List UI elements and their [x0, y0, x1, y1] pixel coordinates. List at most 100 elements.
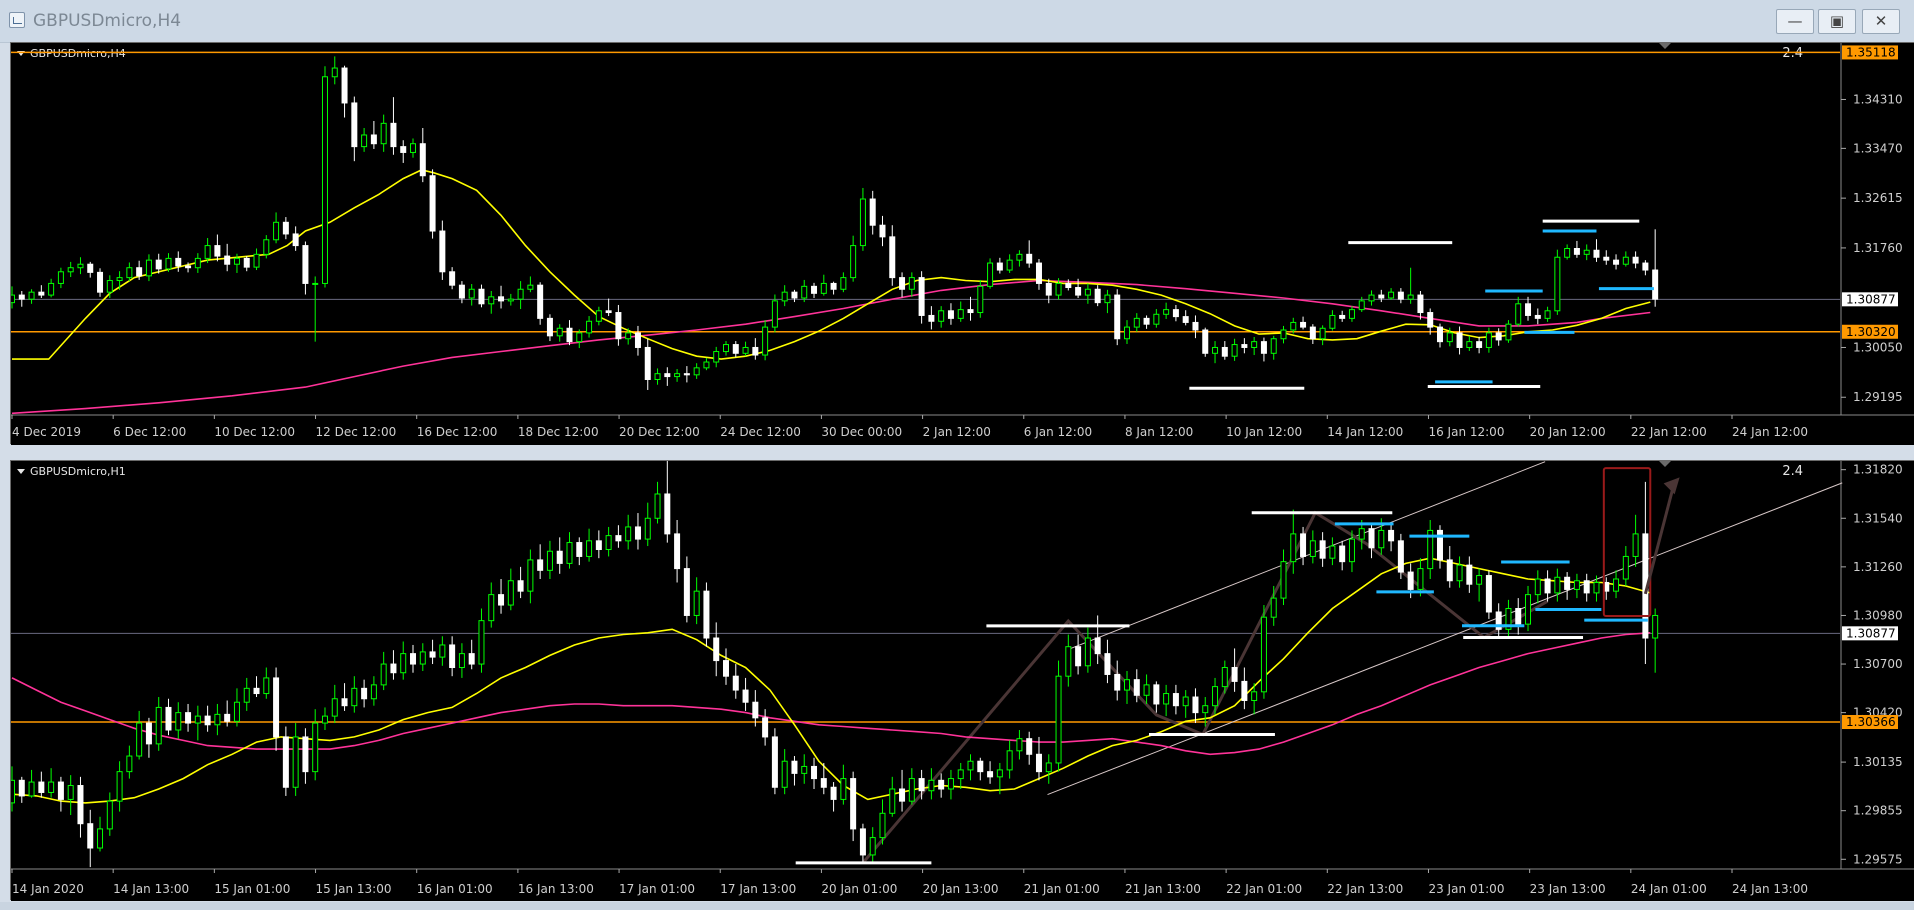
- candle-body: [615, 535, 622, 542]
- candle-body: [478, 620, 485, 665]
- chart-panel-h4[interactable]: GBPUSDmicro,H4 2.4 1.34310 1.33470 1.32615 1.…: [10, 42, 1914, 445]
- candle-body: [869, 837, 876, 856]
- candle-body: [145, 259, 152, 277]
- candle: [537, 282, 544, 325]
- candle-body: [742, 346, 749, 354]
- candle-body: [801, 765, 808, 774]
- candle-body: [1124, 679, 1131, 691]
- chart-panel-h1[interactable]: GBPUSDmicro,H1 2.4 1.31820 1.31540 1.31260 1.…: [10, 460, 1914, 901]
- candle-body: [302, 245, 309, 284]
- candle-body: [1485, 575, 1492, 613]
- candle-body: [771, 736, 778, 788]
- candle-body: [1632, 256, 1639, 264]
- candle-body: [498, 296, 505, 302]
- candle-body: [1495, 332, 1502, 341]
- maximize-button[interactable]: ▣: [1818, 9, 1856, 34]
- x-tick-label: 16 Dec 12:00: [417, 425, 498, 439]
- candle-body: [1378, 529, 1385, 549]
- candle-body: [488, 296, 495, 305]
- candle-body: [996, 262, 1003, 271]
- candle-body: [410, 143, 417, 153]
- candle-body: [928, 314, 935, 322]
- candle-body: [214, 713, 221, 726]
- x-tick-label: 18 Dec 12:00: [518, 425, 599, 439]
- candle-body: [1554, 576, 1561, 594]
- candle-body: [1573, 580, 1580, 590]
- candle-body: [331, 698, 338, 717]
- candle-body: [1368, 528, 1375, 549]
- minimize-button[interactable]: —: [1776, 9, 1814, 34]
- candle-body: [1231, 344, 1238, 357]
- candle-body: [996, 769, 1003, 778]
- candle-body: [527, 559, 534, 592]
- candle-body: [987, 262, 994, 287]
- candle-body: [1348, 538, 1355, 563]
- candle-body: [1368, 294, 1375, 302]
- close-button[interactable]: ✕: [1862, 9, 1900, 34]
- candle-body: [1613, 578, 1620, 592]
- candle-body: [302, 736, 309, 773]
- candle-body: [194, 715, 201, 724]
- candle-body: [1212, 346, 1219, 354]
- candle-body: [713, 351, 720, 363]
- candle-body: [840, 277, 847, 290]
- candle-body: [1388, 529, 1395, 542]
- candle-body: [1114, 294, 1121, 340]
- candle-body: [1192, 321, 1199, 331]
- candle-body: [1652, 269, 1659, 300]
- candle-body: [321, 76, 328, 284]
- x-tick-label: 22 Jan 13:00: [1327, 882, 1403, 896]
- candle-body: [77, 263, 84, 269]
- candle-body: [830, 786, 837, 800]
- candle-body: [233, 257, 240, 265]
- h4-candlestick-chart[interactable]: GBPUSDmicro,H4 2.4 1.34310 1.33470 1.32615 1.…: [11, 43, 1914, 445]
- candle-body: [1163, 309, 1170, 315]
- candle-body: [1094, 637, 1101, 655]
- candle-body: [1407, 571, 1414, 590]
- x-tick-label: 21 Jan 01:00: [1024, 882, 1100, 896]
- y-tick-label: 1.29855: [1853, 804, 1903, 818]
- candle-body: [1241, 680, 1248, 701]
- candle-body: [869, 198, 876, 226]
- candle-body: [273, 677, 280, 738]
- candle-body: [429, 175, 436, 232]
- candle-body: [370, 134, 377, 145]
- candle-body: [537, 284, 544, 319]
- candle: [1202, 327, 1209, 357]
- candle-body: [537, 559, 544, 571]
- candle-body: [1153, 684, 1160, 705]
- candle-body: [820, 778, 827, 788]
- candle-body: [771, 300, 778, 328]
- candle-body: [1026, 253, 1033, 264]
- candle-body: [1045, 762, 1052, 773]
- candle-body: [683, 373, 690, 376]
- candle-body: [1583, 249, 1590, 255]
- y-tick-label: 1.32615: [1853, 191, 1903, 205]
- candle-body: [791, 291, 798, 299]
- x-tick-label: 15 Jan 13:00: [316, 882, 392, 896]
- candle-body: [586, 540, 593, 557]
- candle-body: [811, 285, 818, 294]
- candle-body: [674, 373, 681, 378]
- candle-body: [830, 282, 837, 290]
- candle-body: [1348, 309, 1355, 319]
- y-tick-label: 1.34310: [1853, 92, 1903, 106]
- candle-body: [1300, 533, 1307, 557]
- candle-body: [1397, 291, 1404, 300]
- x-tick-label: 22 Jan 12:00: [1631, 425, 1707, 439]
- candle: [987, 258, 994, 289]
- h1-candlestick-chart[interactable]: GBPUSDmicro,H1 2.4 1.31820 1.31540 1.31260 1.…: [11, 461, 1914, 901]
- candle-body: [282, 221, 289, 235]
- candle-body: [507, 580, 514, 606]
- chart-window-icon: [9, 12, 25, 28]
- candle-body: [1505, 323, 1512, 341]
- candle-body: [546, 317, 553, 337]
- x-tick-label: 21 Jan 13:00: [1125, 882, 1201, 896]
- candle-body: [185, 712, 192, 724]
- candle-body: [781, 760, 788, 788]
- candle-body: [341, 698, 348, 707]
- candle-body: [713, 637, 720, 662]
- candle-body: [938, 779, 945, 790]
- candle-body: [67, 785, 74, 800]
- candle-body: [957, 309, 964, 319]
